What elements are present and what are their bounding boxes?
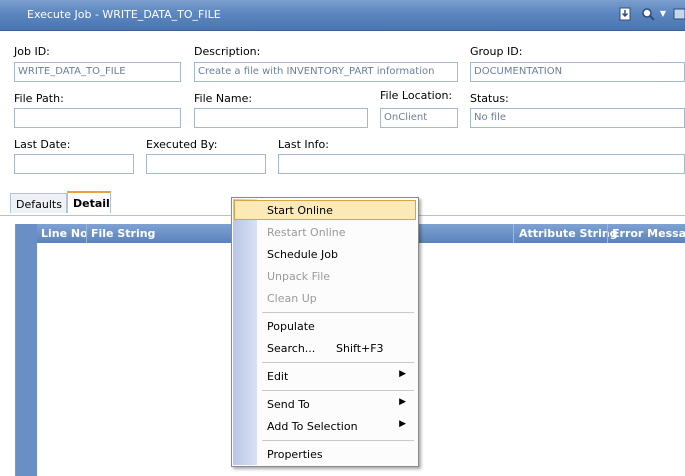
save-icon[interactable] <box>618 7 632 21</box>
menu-item-shortcut: Shift+F3 <box>336 342 384 355</box>
menu-item-label: Add To Selection <box>267 420 358 433</box>
description-field[interactable]: Create a file with INVENTORY_PART inform… <box>194 62 458 82</box>
tab-detail[interactable]: Detail <box>67 191 111 213</box>
toolbar-overflow-icon[interactable] <box>673 7 685 21</box>
menu-separator <box>262 390 414 391</box>
group-id-field[interactable]: DOCUMENTATION <box>470 62 685 82</box>
file-name-label: File Name: <box>194 92 253 105</box>
last-date-field[interactable] <box>14 154 134 174</box>
status-label: Status: <box>470 92 509 105</box>
menu-item-send-to[interactable]: Send To ▶ <box>234 394 416 414</box>
row-header-strip <box>16 224 37 476</box>
menu-item-label: Properties <box>267 448 323 461</box>
menu-item-label: Start Online <box>267 204 333 217</box>
menu-item-schedule-job[interactable]: Schedule Job <box>234 244 416 264</box>
job-id-field[interactable]: WRITE_DATA_TO_FILE <box>14 62 181 82</box>
title-bar: Execute Job - WRITE_DATA_TO_FILE ▼ <box>0 0 685 31</box>
menu-separator <box>262 362 414 363</box>
menu-item-label: Populate <box>267 320 315 333</box>
status-field[interactable]: No file <box>470 108 685 128</box>
menu-item-label: Search... <box>267 342 316 355</box>
description-label: Description: <box>194 45 261 58</box>
menu-item-label: Send To <box>267 398 310 411</box>
file-name-field[interactable] <box>194 108 368 128</box>
submenu-arrow-icon: ▶ <box>399 397 406 407</box>
column-header-error-message[interactable]: Error Message <box>612 227 685 240</box>
column-header-line-no[interactable]: Line No <box>41 227 88 240</box>
file-location-label: File Location: <box>380 89 453 102</box>
menu-item-label: Clean Up <box>267 292 317 305</box>
menu-item-restart-online: Restart Online <box>234 222 416 242</box>
column-separator <box>513 224 514 243</box>
column-header-attribute-string[interactable]: Attribute String <box>519 227 618 240</box>
context-menu: Start Online Restart Online Schedule Job… <box>231 197 419 467</box>
menu-item-unpack-file: Unpack File <box>234 266 416 286</box>
menu-item-add-to-selection[interactable]: Add To Selection ▶ <box>234 416 416 436</box>
search-icon[interactable] <box>641 7 655 21</box>
last-info-field[interactable] <box>278 154 685 174</box>
menu-item-search[interactable]: Search... Shift+F3 <box>234 338 416 358</box>
menu-item-start-online[interactable]: Start Online <box>234 200 416 220</box>
menu-item-label: Unpack File <box>267 270 331 283</box>
menu-separator <box>262 440 414 441</box>
column-separator <box>607 224 608 243</box>
column-header-file-string[interactable]: File String <box>91 227 155 240</box>
file-location-field[interactable]: OnClient <box>380 108 458 128</box>
submenu-arrow-icon: ▶ <box>399 419 406 429</box>
last-date-label: Last Date: <box>14 138 71 151</box>
column-separator <box>86 224 87 243</box>
tab-defaults[interactable]: Defaults <box>10 193 67 213</box>
executed-by-label: Executed By: <box>146 138 218 151</box>
menu-item-clean-up: Clean Up <box>234 288 416 308</box>
menu-item-properties[interactable]: Properties <box>234 444 416 464</box>
menu-item-label: Schedule Job <box>267 248 339 261</box>
executed-by-field[interactable] <box>146 154 266 174</box>
window-title: Execute Job - WRITE_DATA_TO_FILE <box>27 8 221 21</box>
menu-separator <box>262 312 414 313</box>
file-path-field[interactable] <box>14 108 181 128</box>
job-id-label: Job ID: <box>14 45 50 58</box>
menu-item-label: Edit <box>267 370 289 383</box>
dropdown-icon[interactable]: ▼ <box>658 7 668 21</box>
file-path-label: File Path: <box>14 92 64 105</box>
submenu-arrow-icon: ▶ <box>399 369 406 379</box>
job-form: Job ID: WRITE_DATA_TO_FILE Description: … <box>0 31 685 191</box>
last-info-label: Last Info: <box>278 138 329 151</box>
menu-item-edit[interactable]: Edit ▶ <box>234 366 416 386</box>
menu-item-label: Restart Online <box>267 226 346 239</box>
group-id-label: Group ID: <box>470 45 523 58</box>
menu-item-populate[interactable]: Populate <box>234 316 416 336</box>
